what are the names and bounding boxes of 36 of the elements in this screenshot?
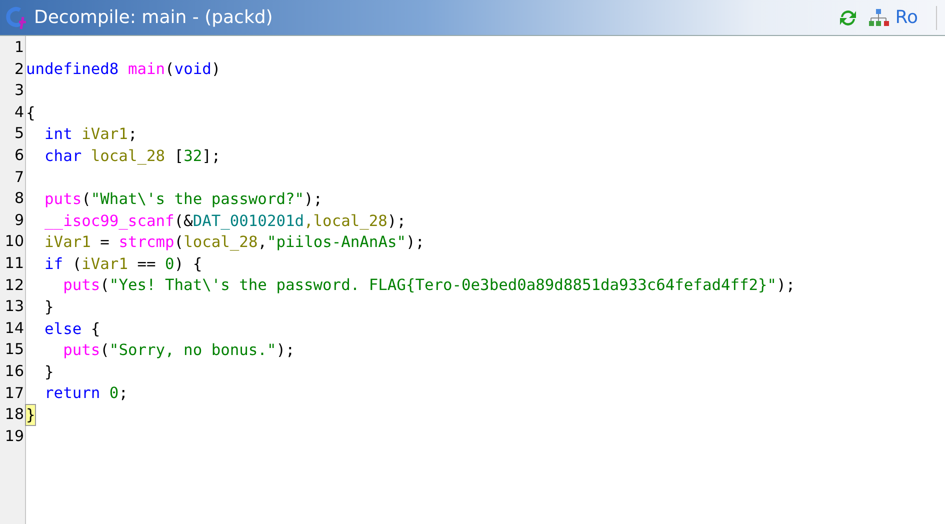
line-number: 8 <box>14 188 25 210</box>
line-number: 4 <box>14 102 25 123</box>
line-number: 1 <box>14 37 25 58</box>
code-line: char local_28 [32]; <box>44 146 221 166</box>
code-line: } <box>44 362 54 382</box>
line-number: 5 <box>14 123 25 144</box>
line-number: 14 <box>4 318 25 339</box>
line-number: 16 <box>4 360 25 382</box>
line-number: 18 <box>4 404 25 426</box>
code-line: int iVar1; <box>44 124 138 144</box>
code-line: undefined8 main(void) <box>26 59 221 80</box>
line-number: 7 <box>14 166 25 188</box>
code-line: else { <box>44 318 100 339</box>
code-line: iVar1 = strcmp(local_28,"piilos-AnAnAs"); <box>44 232 425 252</box>
line-number: 6 <box>14 144 25 166</box>
line-number: 12 <box>4 274 25 296</box>
code-line: __isoc99_scanf(&DAT_0010201d,local_28); <box>44 210 406 231</box>
line-number: 9 <box>14 210 25 231</box>
code-line: { <box>26 102 36 123</box>
line-number: 2 <box>14 58 25 80</box>
line-number: 13 <box>4 296 25 318</box>
line-number: 19 <box>4 426 25 447</box>
hierarchy-icon[interactable] <box>867 6 890 28</box>
code-line: puts("What\'s the password?"); <box>44 188 323 209</box>
line-number: 10 <box>4 231 25 252</box>
code-line: puts("Sorry, no bonus."); <box>62 340 295 360</box>
read-only-toggle[interactable]: Ro <box>893 4 920 31</box>
window-title: Decompile: main - (packd) <box>34 6 273 30</box>
code-line: } <box>44 296 54 317</box>
line-number: 17 <box>4 382 25 404</box>
code-line: puts("Yes! That\'s the password. FLAG{Tero-0e3bed0a89d8851da933c64fefad4ff2}"); <box>62 275 796 296</box>
line-number: 3 <box>14 80 25 102</box>
code-line: if (iVar1 == 0) { <box>44 254 202 274</box>
code-line: return 0; <box>44 383 128 404</box>
line-number: 11 <box>4 252 25 274</box>
line-number: 15 <box>4 339 25 360</box>
